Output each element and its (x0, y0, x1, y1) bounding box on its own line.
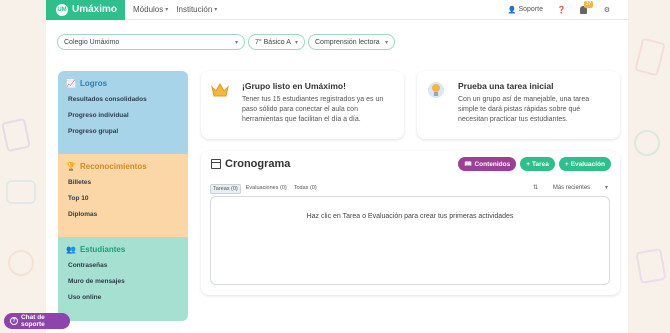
sidebar-section-title-label: Logros (79, 79, 108, 88)
sidebar-section-title[interactable]: 📈 Logros (66, 79, 180, 88)
nav-modules[interactable]: Módulos ▾ (133, 5, 168, 14)
chevron-down-icon: ▾ (604, 185, 608, 191)
brand-logo-icon: UM (56, 3, 68, 16)
users-icon: 👥 (66, 245, 76, 254)
subject-select-value: Comprensión lectora (315, 38, 380, 46)
notifications-button[interactable]: 37 (579, 0, 594, 15)
support-label: Soporte (518, 6, 543, 13)
chevron-down-icon: ▾ (234, 39, 238, 46)
book-icon: 📖 (464, 161, 473, 168)
subject-select[interactable]: Comprensión lectora ▾ (308, 34, 395, 50)
contents-button[interactable]: 📖 Contenidos (458, 157, 517, 171)
add-task-button[interactable]: + Tarea (520, 157, 555, 171)
help-icon[interactable]: ❓ (557, 6, 566, 14)
trophy-icon: 🏆 (66, 162, 76, 171)
sidebar: 📈 Logros Resultados consolidados Progres… (58, 71, 188, 321)
filters-bar: Colegio Umáximo ▾ 7° Básico A ▾ Comprens… (57, 34, 395, 50)
plus-icon: + (526, 160, 530, 168)
background-doodle (634, 37, 666, 77)
sidebar-item-contrasenas[interactable]: Contraseñas (66, 262, 180, 269)
card-text: Con un grupo así de manejable, una tarea… (458, 96, 590, 123)
tab-todas[interactable]: Todas (0) (292, 184, 319, 194)
brand-name: Umáximo (72, 4, 118, 15)
tab-tareas[interactable]: Tareas (0) (210, 184, 241, 194)
group-ready-card: ¡Grupo listo en Umáximo! Tener tus 15 es… (201, 71, 404, 139)
empty-state: Haz clic en Tarea o Evaluación para crea… (210, 196, 610, 285)
sidebar-section-title-label: Estudiantes (79, 245, 126, 254)
gear-icon[interactable]: ⚙ (604, 6, 610, 14)
cronograma-panel: Cronograma 📖 Contenidos + Tarea + Evalua… (201, 151, 620, 295)
notification-count: 37 (583, 0, 594, 8)
background-doodle (635, 247, 667, 285)
chevron-down-icon: ▾ (294, 39, 298, 46)
card-text: Tener tus 15 estudiantes registrados ya … (242, 96, 384, 123)
add-task-button-label: Tarea (532, 160, 549, 168)
sidebar-item-diplomas[interactable]: Diplomas (66, 211, 180, 218)
sort-icon: ⇅ (533, 185, 539, 191)
sidebar-item-progreso-grupal[interactable]: Progreso grupal (66, 128, 180, 135)
user-icon: 👤 (507, 6, 517, 14)
tab-evaluaciones[interactable]: Evaluaciones (0) (244, 184, 289, 194)
grade-select[interactable]: 7° Básico A ▾ (248, 34, 305, 50)
sidebar-item-top-10[interactable]: Top 10 (66, 195, 180, 202)
plus-icon: + (564, 160, 569, 168)
lightbulb-icon (426, 81, 446, 99)
chevron-down-icon: ▾ (165, 7, 169, 13)
contents-button-label: Contenidos (474, 160, 511, 168)
support-chat-label: Chat de soporte (20, 314, 45, 328)
crown-icon (210, 81, 230, 99)
sidebar-item-resultados[interactable]: Resultados consolidados (66, 96, 180, 103)
cronograma-tabs: Tareas (0) Evaluaciones (0) Todas (0) (210, 184, 319, 194)
sort-select[interactable]: ⇅ Más recientes ▾ (533, 182, 608, 193)
header-actions: 👤 Soporte ❓ 37 ⚙ (508, 0, 628, 15)
background-doodle (6, 180, 36, 204)
sidebar-item-muro-mensajes[interactable]: Muro de mensajes (66, 278, 180, 285)
nav-institution[interactable]: Institución ▾ (176, 5, 217, 14)
nav-modules-label: Módulos (133, 5, 164, 14)
sidebar-item-progreso-individual[interactable]: Progreso individual (66, 112, 180, 119)
sidebar-section-title-label: Reconocimientos (79, 162, 147, 171)
sort-select-value: Más recientes (552, 184, 591, 191)
sidebar-section-reconocimientos: 🏆 Reconocimientos Billetes Top 10 Diplom… (58, 154, 188, 237)
sidebar-section-title[interactable]: 🏆 Reconocimientos (66, 162, 180, 171)
cronograma-title-label: Cronograma (225, 158, 291, 170)
sidebar-section-logros: 📈 Logros Resultados consolidados Progres… (58, 71, 188, 154)
background-doodle (1, 117, 31, 153)
school-select-value: Colegio Umáximo (64, 38, 120, 46)
first-task-card: Prueba una tarea inicial Con un grupo as… (417, 71, 620, 139)
background-doodle (8, 250, 34, 276)
chevron-down-icon: ▾ (384, 39, 388, 46)
card-title: Prueba una tarea inicial (458, 81, 554, 91)
cronograma-actions: 📖 Contenidos + Tarea + Evaluación (458, 157, 611, 171)
app-container: UM Umáximo Módulos ▾ Institución ▾ 👤 Sop… (46, 0, 628, 333)
top-navigation: UM Umáximo Módulos ▾ Institución ▾ 👤 Sop… (46, 0, 628, 20)
chart-line-icon: 📈 (66, 79, 76, 88)
sidebar-section-estudiantes: 👥 Estudiantes Contraseñas Muro de mensaj… (58, 237, 188, 321)
chevron-down-icon: ▾ (214, 7, 218, 13)
help-icon: ? (10, 317, 18, 325)
card-title: ¡Grupo listo en Umáximo! (242, 81, 346, 91)
grade-select-value: 7° Básico A (255, 38, 291, 46)
add-evaluation-button-label: Evaluación (570, 160, 605, 168)
background-doodle (634, 130, 660, 156)
calendar-icon (211, 159, 221, 169)
school-select[interactable]: Colegio Umáximo ▾ (57, 34, 245, 50)
cronograma-title: Cronograma (211, 158, 290, 170)
sidebar-item-uso-online[interactable]: Uso online (66, 294, 180, 301)
sidebar-section-title[interactable]: 👥 Estudiantes (66, 245, 180, 254)
support-link[interactable]: 👤 Soporte (508, 6, 543, 14)
empty-state-text: Haz clic en Tarea o Evaluación para crea… (306, 213, 514, 220)
sidebar-item-billetes[interactable]: Billetes (66, 179, 180, 186)
support-chat-button[interactable]: ? Chat de soporte (4, 313, 70, 329)
nav-institution-label: Institución (176, 5, 213, 14)
add-evaluation-button[interactable]: + Evaluación (558, 157, 611, 171)
brand-logo-link[interactable]: UM Umáximo (46, 0, 125, 20)
